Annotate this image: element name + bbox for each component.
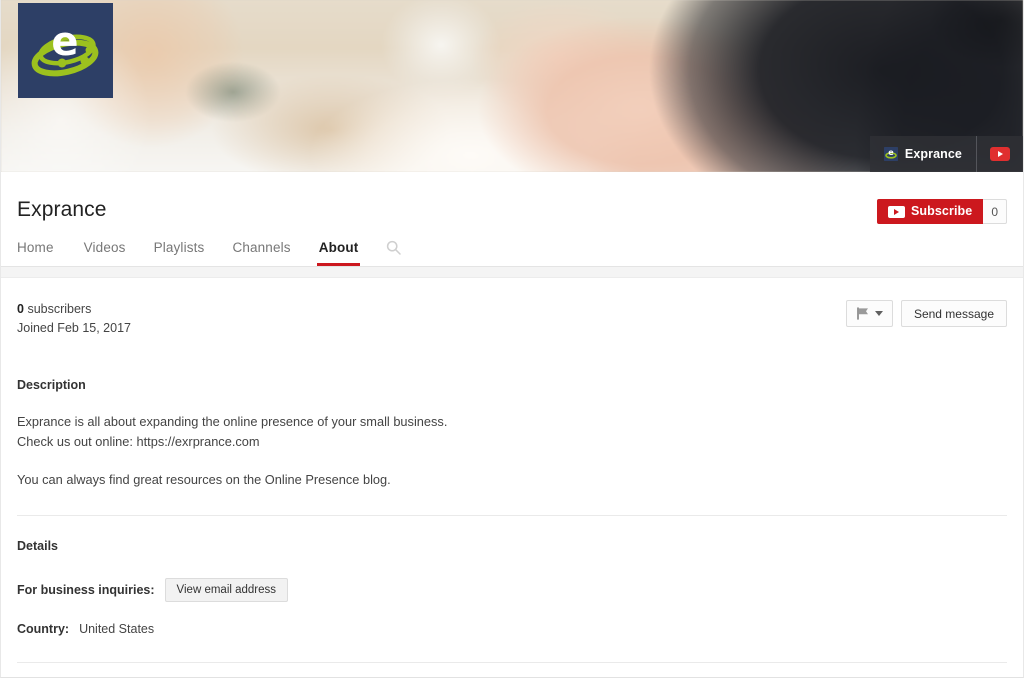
youtube-icon — [990, 147, 1010, 161]
channel-header: Exprance Subscribe 0 Home Videos Playlis… — [1, 172, 1023, 267]
business-inquiries-label: For business inquiries: — [17, 582, 155, 597]
banner-link-label: Exprance — [904, 147, 962, 161]
channel-actions: Send message — [845, 300, 1007, 327]
tab-playlists[interactable]: Playlists — [140, 240, 219, 266]
subscribe-button[interactable]: Subscribe — [876, 199, 984, 224]
tab-channels[interactable]: Channels — [218, 240, 304, 266]
svg-text:e: e — [888, 148, 894, 157]
divider-description — [17, 514, 1007, 516]
tab-home[interactable]: Home — [17, 240, 70, 266]
tab-about[interactable]: About — [305, 240, 373, 266]
search-icon — [387, 240, 402, 255]
chevron-down-icon — [874, 311, 883, 316]
subscriber-count-badge[interactable]: 0 — [983, 199, 1007, 224]
channel-meta: 0 subscribers Joined Feb 15, 2017 Send m… — [17, 278, 1007, 339]
banner-overlay-links: e Exprance — [869, 136, 1023, 172]
svg-text:e: e — [51, 19, 78, 65]
banner-link-youtube[interactable] — [976, 136, 1023, 172]
divider-details — [17, 661, 1007, 663]
banner-link-website[interactable]: e Exprance — [869, 136, 976, 172]
description-paragraph-1: Exprance is all about expanding the onli… — [17, 413, 448, 450]
youtube-channel-page: e e Exprance Exprance Subscribe 0 Home V… — [0, 0, 1024, 678]
description-paragraph-2: You can always find great resources on t… — [17, 472, 391, 488]
subscribers-count: 0 — [17, 302, 24, 316]
view-email-address-button[interactable]: View email address — [164, 577, 289, 602]
youtube-play-icon — [887, 205, 905, 218]
header-separator-band — [1, 267, 1023, 278]
details-heading: Details — [17, 538, 58, 553]
description-body: Exprance is all about expanding the onli… — [17, 412, 1007, 491]
channel-banner: e e Exprance — [1, 0, 1023, 172]
subscribers-label: subscribers — [27, 302, 92, 316]
country-value: United States — [79, 621, 155, 636]
send-message-button[interactable]: Send message — [900, 300, 1007, 327]
channel-avatar[interactable]: e — [18, 3, 113, 98]
subscribe-group: Subscribe 0 — [876, 199, 1007, 224]
channel-tabs: Home Videos Playlists Channels About — [17, 222, 1007, 266]
channel-search-button[interactable] — [372, 240, 415, 266]
country-label: Country: — [17, 621, 70, 636]
page-title: Exprance — [17, 198, 107, 221]
about-content: 0 subscribers Joined Feb 15, 2017 Send m… — [1, 278, 1023, 677]
report-flag-button[interactable] — [845, 300, 893, 327]
business-inquiries-row: For business inquiries: View email addre… — [17, 577, 1007, 602]
subscribe-label: Subscribe — [910, 204, 973, 219]
country-row: Country: United States — [17, 622, 1007, 636]
flag-icon — [857, 307, 868, 320]
tab-videos[interactable]: Videos — [70, 240, 140, 266]
site-favicon-icon: e — [883, 147, 898, 161]
description-heading: Description — [17, 377, 86, 392]
